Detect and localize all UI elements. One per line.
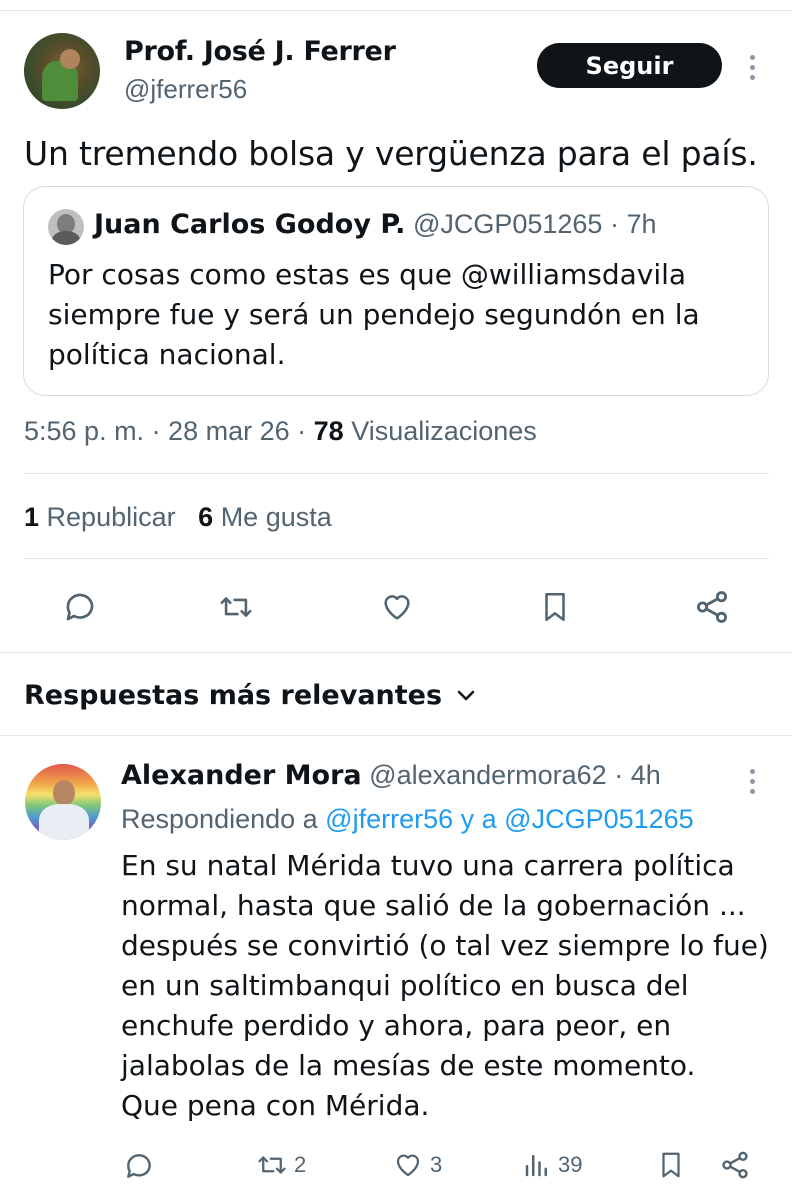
more-icon[interactable] [749, 55, 755, 80]
author-name[interactable]: Prof. José J. Ferrer [124, 36, 396, 67]
quote-avatar [48, 209, 84, 245]
likes-count[interactable]: 6 [198, 502, 213, 532]
reposts-label[interactable]: Republicar [47, 502, 176, 532]
reposts-count[interactable]: 1 [24, 502, 39, 532]
heart-icon [396, 1154, 420, 1177]
reply-handle-time[interactable]: @alexandermora62 · 4h [369, 760, 661, 790]
repost-icon [258, 1156, 286, 1174]
likes-label[interactable]: Me gusta [221, 502, 332, 532]
replying-to: Respondiendo a @jferrer56 y a @JCGP05126… [121, 804, 694, 835]
mention-link[interactable]: @jferrer56 [325, 804, 453, 834]
chevron-down-icon [457, 690, 475, 700]
reply-repost-count: 2 [294, 1152, 307, 1177]
quote-line: Por cosas como estas es que @williamsdav… [48, 258, 687, 291]
views-icon [525, 1155, 547, 1177]
reply-line: en un saltimbanqui político en busca del [121, 969, 689, 1002]
tweet-text: Un tremendo bolsa y vergüenza para el pa… [24, 134, 758, 173]
quote-header: Juan Carlos Godoy P. @JCGP051265 · 7h [94, 209, 656, 240]
share-icon [722, 1151, 748, 1179]
engagement-stats: 1 Republicar 6 Me gusta [24, 502, 332, 533]
reply-button[interactable] [62, 589, 98, 625]
views-label: Visualizaciones [351, 416, 537, 446]
replies-sort-label: Respuestas más relevantes [24, 680, 443, 711]
mention-link[interactable]: @JCGP051265 [504, 804, 694, 834]
reply-icon [127, 1154, 151, 1178]
reply-line: normal, hasta que salió de la gobernació… [121, 889, 746, 922]
reply-text: En su natal Mérida tuvo una carrera polí… [121, 846, 781, 1126]
share-button[interactable] [693, 588, 731, 626]
reply-line: jalabolas de la mesías de este momento. [121, 1049, 696, 1082]
divider [0, 652, 792, 653]
divider [24, 558, 769, 559]
views-count: 78 [313, 416, 344, 446]
quote-author-name: Juan Carlos Godoy P. [94, 209, 406, 240]
repost-button[interactable] [217, 590, 255, 624]
reply-reply-button[interactable] [123, 1150, 155, 1182]
replying-connector: y a [453, 804, 505, 834]
replying-prefix: Respondiendo a [121, 804, 326, 834]
reply-views-count: 39 [558, 1152, 583, 1177]
quote-line: siempre fue y será un pendejo segundón e… [48, 298, 700, 331]
repost-icon [220, 597, 252, 617]
reply-icon [66, 593, 94, 621]
heart-icon [384, 595, 410, 620]
reply-like-button[interactable]: 3 [392, 1150, 442, 1180]
divider [24, 473, 769, 474]
top-divider [0, 10, 792, 11]
reply-line: En su natal Mérida tuvo una carrera polí… [121, 849, 735, 882]
reply-author-name[interactable]: Alexander Mora [121, 760, 362, 791]
reply-share-button[interactable] [719, 1149, 751, 1181]
reply-bookmark-button[interactable] [656, 1148, 686, 1182]
bookmark-icon [662, 1152, 680, 1178]
bookmark-button[interactable] [538, 588, 572, 626]
timestamp-text: 5:56 p. m. · 28 mar 26 · [24, 416, 314, 446]
bookmark-icon [545, 592, 565, 622]
divider [0, 735, 792, 736]
reply-views-button[interactable]: 39 [522, 1150, 582, 1180]
reply-line: después se convirtió (o tal vez siempre … [121, 929, 769, 962]
author-handle[interactable]: @jferrer56 [124, 74, 247, 105]
quote-text: Por cosas como estas es que @williamsdav… [48, 255, 748, 375]
reply-line: enchufe perdido y ahora, para peor, en [121, 1009, 672, 1042]
reply-line: Que pena con Mérida. [121, 1089, 430, 1122]
replies-sort-toggle[interactable]: Respuestas más relevantes [24, 680, 476, 711]
reply-like-count: 3 [430, 1152, 443, 1177]
quote-handle-time: @JCGP051265 · 7h [412, 209, 657, 239]
reply-author-avatar[interactable] [25, 764, 101, 840]
reply-header: Alexander Mora @alexandermora62 · 4h [121, 760, 661, 791]
share-icon [696, 591, 728, 623]
follow-button[interactable]: Seguir [537, 43, 722, 88]
quote-line: política nacional. [48, 338, 286, 371]
tweet-timestamp: 5:56 p. m. · 28 mar 26 · 78 Visualizacio… [24, 416, 537, 447]
author-avatar[interactable] [24, 33, 100, 109]
like-button[interactable] [378, 590, 416, 624]
more-icon[interactable] [749, 769, 755, 794]
quoted-tweet[interactable]: Juan Carlos Godoy P. @JCGP051265 · 7h Po… [23, 186, 769, 396]
reply-repost-button[interactable]: 2 [256, 1150, 306, 1180]
